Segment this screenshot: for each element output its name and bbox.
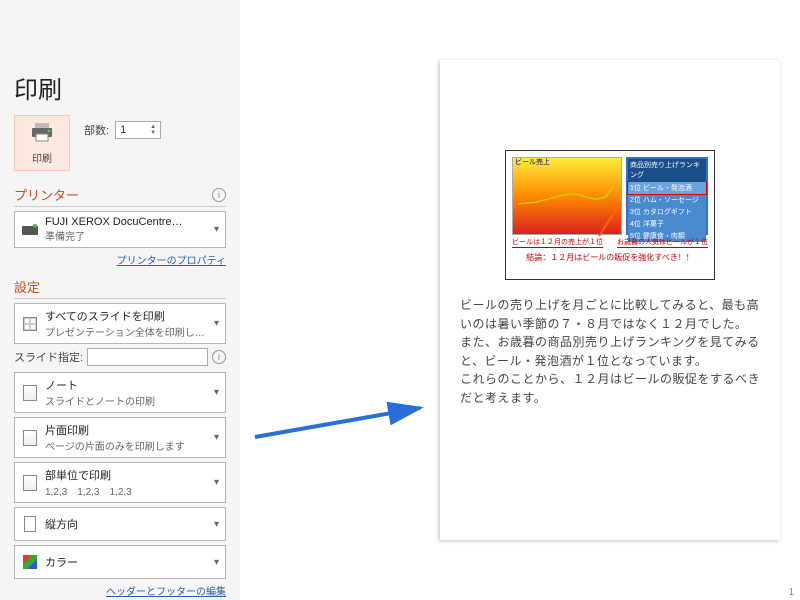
layout-dropdown[interactable]: ノート スライドとノートの印刷 ▾	[14, 372, 226, 413]
chart-beer-sales: ビール売上	[512, 157, 622, 235]
chevron-down-icon: ▾	[214, 432, 219, 443]
oneside-title: 片面印刷	[45, 422, 208, 438]
chart-title: ビール売上	[515, 157, 550, 167]
layout-sub: スライドとノートの印刷	[45, 393, 208, 408]
print-top-row: 印刷 部数: 1 ▲▼	[14, 115, 226, 171]
portrait-icon	[21, 516, 39, 532]
slide-spec-label: スライド指定:	[14, 349, 83, 365]
ranking-row: 3位 カタログギフト	[628, 206, 706, 218]
print-preview-pane: ビール売上 商品別売り上げランキング 1位 ビール	[240, 0, 800, 600]
chevron-down-icon: ▾	[214, 318, 219, 329]
copies-value: 1	[120, 124, 126, 136]
slide-spec-row: スライド指定: i	[14, 348, 226, 366]
printer-properties-link[interactable]: プリンターのプロパティ	[117, 256, 226, 267]
header-footer-link[interactable]: ヘッダーとフッターの編集	[106, 587, 226, 598]
slide-thumbnail: ビール売上 商品別売り上げランキング 1位 ビール	[505, 150, 715, 280]
ranking-caption: お歳暮の人気はビールが１位	[617, 237, 708, 248]
section-header-printer-label: プリンター	[14, 185, 79, 204]
section-header-settings: 設定	[14, 277, 226, 299]
print-range-sub: プレゼンテーション全体を印刷し…	[45, 324, 208, 339]
speaker-notes: ビールの売り上げを月ごとに比較してみると、最も高いのは暑い季節の７・８月ではなく…	[460, 296, 760, 408]
printer-status-icon	[21, 223, 39, 237]
oneside-icon	[21, 430, 39, 446]
blue-arrow-annotation-icon	[250, 402, 430, 442]
print-range-dropdown[interactable]: すべてのスライドを印刷 プレゼンテーション全体を印刷し… ▾	[14, 303, 226, 344]
section-header-settings-label: 設定	[14, 277, 40, 296]
printer-icon	[31, 122, 53, 148]
ranking-row: 2位 ハム・ソーセージ	[628, 194, 706, 206]
orientation-title: 縦方向	[45, 516, 208, 532]
color-title: カラー	[45, 554, 208, 570]
page-number: 1	[788, 587, 794, 598]
printer-status: 準備完了	[45, 228, 208, 243]
color-dropdown[interactable]: カラー ▾	[14, 545, 226, 579]
notes-layout-icon	[21, 385, 39, 401]
collate-dropdown[interactable]: 部単位で印刷 1,2,3 1,2,3 1,2,3 ▾	[14, 462, 226, 503]
copies-spinner[interactable]: 1 ▲▼	[115, 121, 161, 139]
slide-conclusion: 結論：１２月はビールの販促を強化すべき！！	[512, 252, 708, 263]
print-button-label: 印刷	[32, 150, 52, 165]
page-title: 印刷	[14, 70, 226, 105]
ranking-row: 1位 ビール・発泡酒	[628, 182, 706, 194]
ranking-header: 商品別売り上げランキング	[628, 159, 706, 181]
collate-sub: 1,2,3 1,2,3 1,2,3	[45, 483, 208, 498]
oneside-dropdown[interactable]: 片面印刷 ページの片面のみを印刷します ▾	[14, 417, 226, 458]
preview-page: ビール売上 商品別売り上げランキング 1位 ビール	[440, 60, 780, 540]
chevron-down-icon: ▾	[214, 557, 219, 568]
info-icon[interactable]: i	[212, 188, 226, 202]
info-icon[interactable]: i	[212, 350, 226, 364]
printer-dropdown[interactable]: FUJI XEROX DocuCentre… 準備完了 ▾	[14, 211, 226, 248]
arrow-annotation-icon	[595, 198, 625, 238]
print-button[interactable]: 印刷	[14, 115, 70, 171]
section-header-printer: プリンター i	[14, 185, 226, 207]
spinner-arrows-icon[interactable]: ▲▼	[150, 124, 156, 136]
layout-title: ノート	[45, 377, 208, 393]
chevron-down-icon: ▾	[214, 519, 219, 530]
printer-name: FUJI XEROX DocuCentre…	[45, 216, 208, 228]
chevron-down-icon: ▾	[214, 387, 219, 398]
copies-control: 部数: 1 ▲▼	[84, 121, 161, 139]
chevron-down-icon: ▾	[214, 224, 219, 235]
chevron-down-icon: ▾	[214, 477, 219, 488]
color-icon	[21, 555, 39, 569]
collate-title: 部単位で印刷	[45, 467, 208, 483]
copies-label: 部数:	[84, 122, 109, 138]
oneside-sub: ページの片面のみを印刷します	[45, 438, 208, 453]
print-range-title: すべてのスライドを印刷	[45, 308, 208, 324]
collate-icon	[21, 475, 39, 491]
orientation-dropdown[interactable]: 縦方向 ▾	[14, 507, 226, 541]
chart-caption: ビールは１２月の売上が１位	[512, 237, 603, 248]
ranking-table: 商品別売り上げランキング 1位 ビール・発泡酒2位 ハム・ソーセージ3位 カタロ…	[626, 157, 708, 235]
print-settings-panel: 印刷 印刷 部数: 1 ▲▼ プリンター i	[0, 0, 240, 600]
slide-spec-input[interactable]	[87, 348, 208, 366]
print-backstage: 印刷 印刷 部数: 1 ▲▼ プリンター i	[0, 0, 800, 600]
slides-all-icon	[21, 317, 39, 331]
ranking-row: 4位 洋菓子	[628, 218, 706, 230]
